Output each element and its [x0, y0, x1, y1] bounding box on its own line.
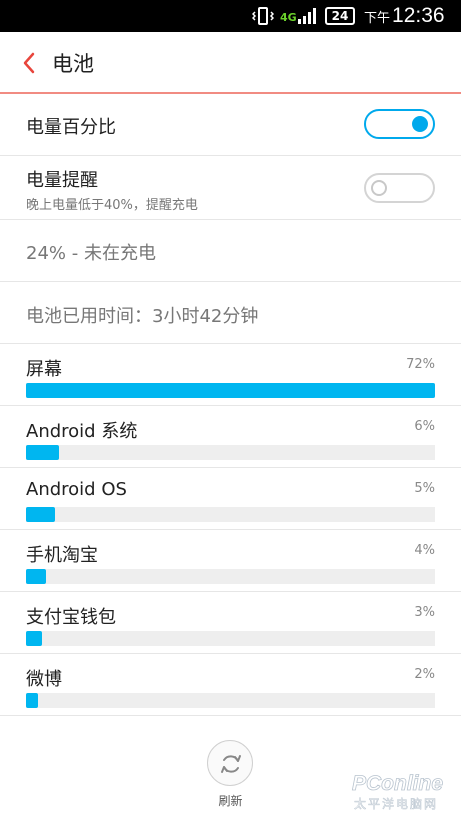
- usage-item-alipay[interactable]: 支付宝钱包 3%: [0, 592, 461, 654]
- page-title: 电池: [52, 52, 94, 76]
- usage-bar-track: [26, 383, 435, 398]
- svg-text:太平洋电脑网: 太平洋电脑网: [354, 796, 438, 811]
- reminder-subtitle: 晚上电量低于40%，提醒充电: [26, 198, 198, 213]
- usage-item-percent: 4%: [414, 543, 435, 558]
- usage-bar-track: [26, 693, 435, 708]
- signal-icon: [298, 8, 316, 24]
- usage-item-taobao[interactable]: 手机淘宝 4%: [0, 530, 461, 592]
- svg-text:PConline: PConline: [352, 772, 443, 795]
- percentage-toggle[interactable]: [364, 109, 435, 139]
- usage-item-name: 微博: [26, 669, 62, 690]
- usage-time-row: 电池已用时间：3小时42分钟: [0, 282, 461, 344]
- battery-icon: 24: [325, 7, 355, 25]
- usage-time: 电池已用时间：3小时42分钟: [26, 306, 259, 327]
- usage-item-name: 屏幕: [26, 359, 62, 380]
- usage-bar-fill: [26, 631, 43, 646]
- clock-time: 12:36: [392, 4, 445, 27]
- back-arrow-icon[interactable]: [20, 50, 38, 76]
- battery-level: 24: [331, 9, 349, 23]
- usage-bar-fill: [26, 693, 39, 708]
- usage-bar-track: [26, 569, 435, 584]
- clock: 下午12:36: [364, 4, 445, 28]
- charge-status-row: 24% - 未在充电: [0, 220, 461, 282]
- toggle-knob: [371, 180, 387, 196]
- pconline-watermark-logo: PConline 太平洋电脑网: [352, 772, 444, 812]
- clock-ampm: 下午: [364, 10, 391, 25]
- status-bar: 4G 24 下午12:36: [0, 0, 461, 32]
- percentage-label: 电量百分比: [26, 117, 116, 138]
- usage-item-name: Android 系统: [26, 421, 138, 442]
- reminder-label: 电量提醒: [26, 170, 98, 191]
- network-type: 4G: [280, 11, 297, 24]
- vibrate-icon: [252, 7, 274, 25]
- usage-item-percent: 3%: [414, 605, 435, 620]
- usage-item-name: 支付宝钱包: [26, 607, 116, 628]
- reminder-toggle[interactable]: [364, 173, 435, 203]
- refresh-icon: [221, 755, 241, 773]
- usage-bar-track: [26, 507, 435, 522]
- usage-item-screen[interactable]: 屏幕 72%: [0, 344, 461, 406]
- usage-bar-fill: [26, 383, 435, 398]
- refresh-button[interactable]: [207, 740, 253, 786]
- toggle-knob: [412, 116, 428, 132]
- app-header: 电池: [0, 32, 461, 94]
- usage-bar-fill: [26, 445, 59, 460]
- usage-item-weibo[interactable]: 微博 2%: [0, 654, 461, 716]
- usage-item-percent: 72%: [406, 357, 435, 372]
- usage-bar-track: [26, 631, 435, 646]
- usage-item-percent: 5%: [414, 481, 435, 496]
- usage-item-android-os[interactable]: Android OS 5%: [0, 468, 461, 530]
- charge-status: 24% - 未在充电: [26, 243, 156, 264]
- usage-item-name: Android OS: [26, 479, 127, 500]
- usage-bar-track: [26, 445, 435, 460]
- usage-bar-fill: [26, 569, 47, 584]
- reminder-setting-row[interactable]: 电量提醒 晚上电量低于40%，提醒充电: [0, 156, 461, 220]
- usage-item-android-system[interactable]: Android 系统 6%: [0, 406, 461, 468]
- usage-item-name: 手机淘宝: [26, 545, 98, 566]
- percentage-setting-row[interactable]: 电量百分比: [0, 94, 461, 156]
- usage-item-percent: 2%: [414, 667, 435, 682]
- usage-item-percent: 6%: [414, 419, 435, 434]
- usage-bar-fill: [26, 507, 55, 522]
